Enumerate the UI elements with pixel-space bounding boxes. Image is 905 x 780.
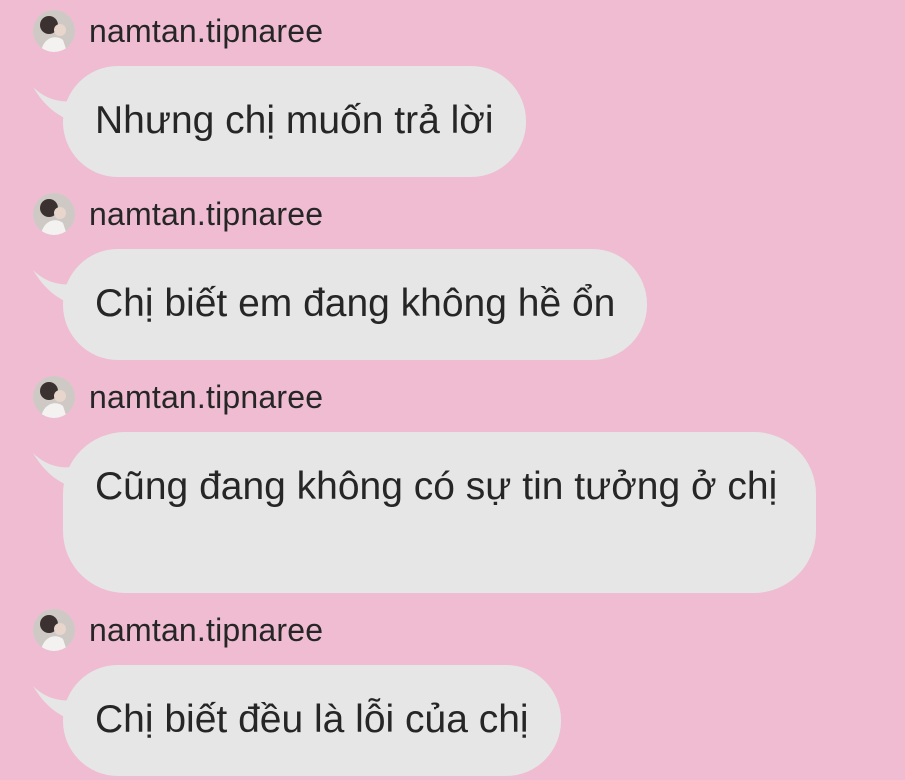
message-bubble[interactable]: Cũng đang không có sự tin tưởng ở chị — [63, 432, 816, 593]
message-sender-header: namtan.tipnaree — [33, 9, 323, 53]
profile-photo-avatar-icon — [33, 10, 75, 52]
message-sender-header: namtan.tipnaree — [33, 608, 323, 652]
avatar[interactable] — [33, 609, 75, 651]
message-bubble[interactable]: Nhưng chị muốn trả lời — [63, 66, 526, 177]
username[interactable]: namtan.tipnaree — [89, 15, 323, 47]
avatar[interactable] — [33, 193, 75, 235]
avatar[interactable] — [33, 10, 75, 52]
profile-photo-avatar-icon — [33, 376, 75, 418]
avatar[interactable] — [33, 376, 75, 418]
message-bubble[interactable]: Chị biết em đang không hề ổn — [63, 249, 648, 360]
username[interactable]: namtan.tipnaree — [89, 614, 323, 646]
profile-photo-avatar-icon — [33, 609, 75, 651]
username[interactable]: namtan.tipnaree — [89, 381, 323, 413]
message-sender-header: namtan.tipnaree — [33, 375, 323, 419]
profile-photo-avatar-icon — [33, 193, 75, 235]
message-bubble[interactable]: Chị biết đều là lỗi của chị — [63, 665, 561, 776]
message-thread: namtan.tipnaree Nhưng chị muốn trả lời n… — [0, 0, 905, 780]
username[interactable]: namtan.tipnaree — [89, 198, 323, 230]
message-sender-header: namtan.tipnaree — [33, 192, 323, 236]
